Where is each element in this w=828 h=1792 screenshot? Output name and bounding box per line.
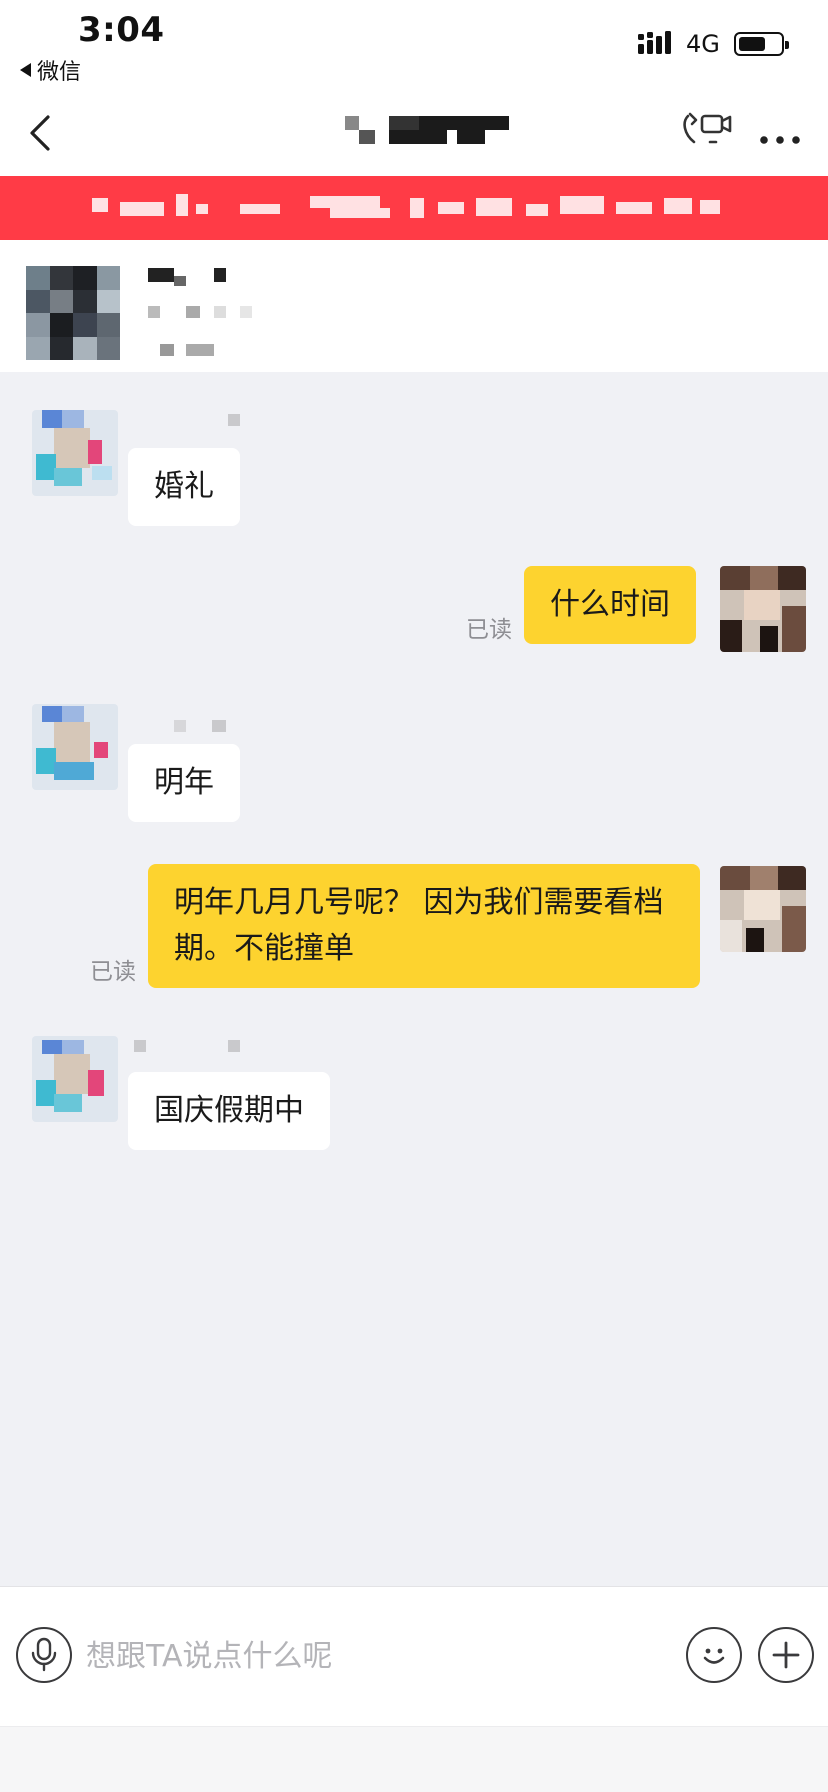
video-call-icon[interactable] — [680, 108, 734, 152]
chat-screen: 3:04 微信 4G 婚礼 已读 什么时间 明年 已读 明年几月几号呢？ 因为我… — [0, 0, 828, 1792]
my-avatar[interactable] — [720, 566, 806, 652]
promo-banner-redacted[interactable] — [0, 176, 828, 240]
message-bubble-outgoing[interactable]: 什么时间 — [524, 566, 696, 644]
battery-icon — [734, 32, 789, 56]
input-bar — [0, 1586, 828, 1726]
back-to-app-link[interactable]: 微信 — [20, 54, 81, 86]
read-receipt: 已读 — [466, 617, 512, 643]
contact-avatar[interactable] — [32, 410, 118, 496]
message-bubble-incoming[interactable]: 国庆假期中 — [128, 1072, 330, 1150]
read-receipt: 已读 — [90, 959, 136, 985]
back-app-label: 微信 — [37, 60, 82, 85]
message-bubble-outgoing[interactable]: 明年几月几号呢？ 因为我们需要看档期。不能撞单 — [148, 864, 700, 988]
contact-avatar[interactable] — [32, 704, 118, 790]
home-indicator-area — [0, 1726, 828, 1792]
plus-icon — [772, 1641, 800, 1669]
card-thumbnail-redacted — [26, 266, 120, 360]
emoji-button[interactable] — [686, 1627, 742, 1683]
voice-input-button[interactable] — [16, 1627, 72, 1683]
back-button[interactable] — [22, 108, 58, 158]
network-type: 4G — [686, 30, 720, 58]
status-bar: 3:04 微信 4G — [0, 0, 828, 88]
more-actions-button[interactable] — [758, 1627, 814, 1683]
message-bubble-incoming[interactable]: 婚礼 — [128, 448, 240, 526]
more-dots-icon[interactable] — [756, 116, 806, 150]
message-input[interactable] — [86, 1631, 666, 1681]
contact-avatar[interactable] — [32, 1036, 118, 1122]
status-time: 3:04 — [78, 10, 165, 50]
back-triangle-icon — [20, 63, 31, 77]
signal-icon — [638, 31, 671, 54]
microphone-icon — [31, 1637, 57, 1672]
message-bubble-incoming[interactable]: 明年 — [128, 744, 240, 822]
my-avatar[interactable] — [720, 866, 806, 952]
shared-item-card[interactable] — [0, 240, 828, 372]
emoji-icon — [703, 1648, 725, 1664]
nav-bar — [0, 88, 828, 178]
chevron-left-icon — [30, 115, 50, 151]
contact-name-redacted — [345, 116, 510, 146]
